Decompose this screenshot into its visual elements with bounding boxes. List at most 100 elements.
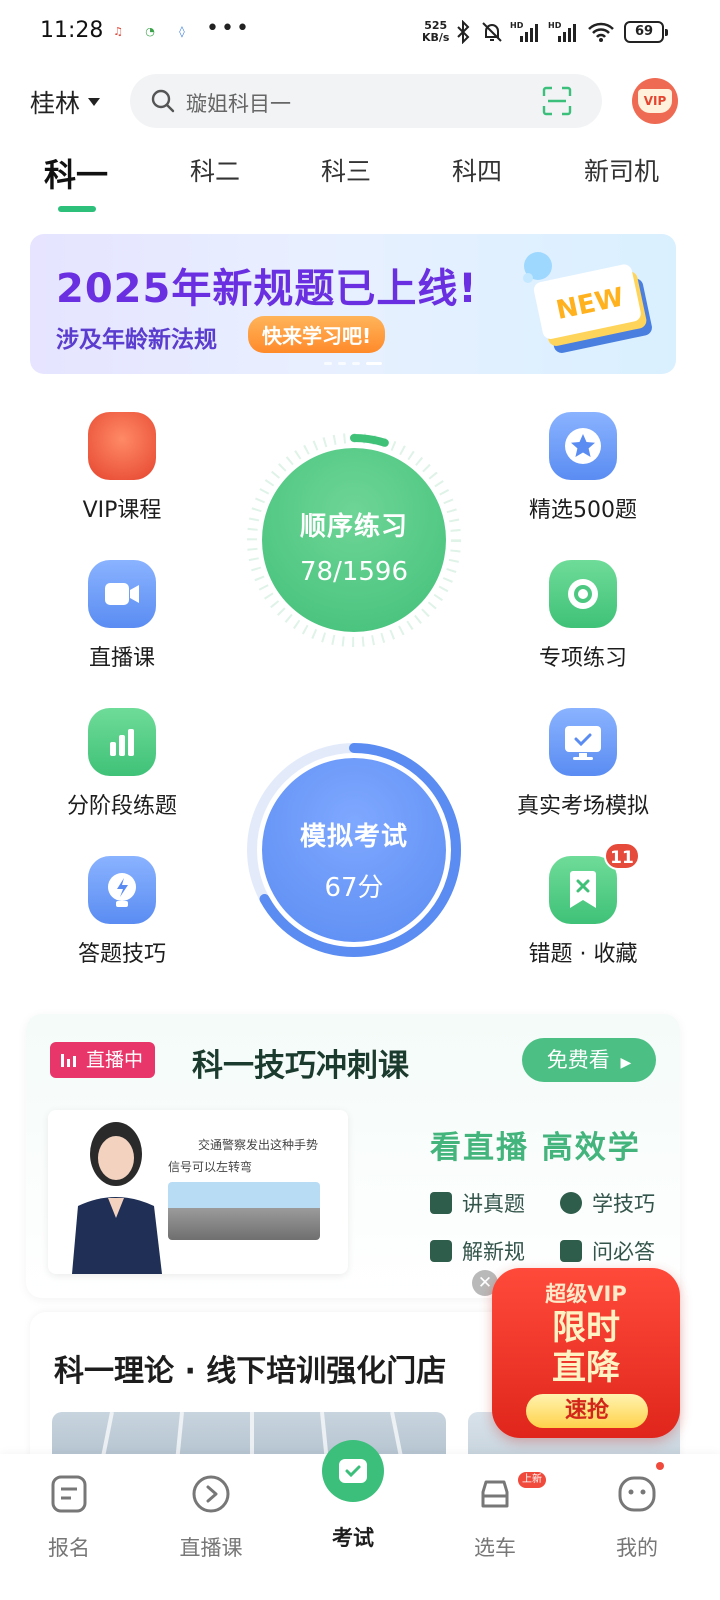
form-icon — [51, 1475, 87, 1513]
status-bar: 11:28 ♫ ◔ ◊ ••• 525 KB/s HD HD 69 — [0, 0, 720, 66]
nav-mine[interactable]: 我的 — [582, 1474, 692, 1562]
search-bar[interactable]: 璇姐科目一 — [130, 74, 602, 128]
vip-course-label: VIP课程 — [82, 498, 162, 523]
pagination-dot — [324, 362, 332, 365]
city-selector[interactable]: 桂林 — [30, 84, 101, 120]
free-watch-label: 免费看 — [546, 1048, 610, 1072]
feature-label: 问必答 — [592, 1240, 655, 1264]
pagination-dot-active — [366, 362, 382, 365]
real-exam-sim-entry[interactable]: 真实考场模拟 — [503, 708, 663, 820]
play-circle-icon — [192, 1475, 230, 1513]
caret-down-icon — [88, 98, 101, 106]
promo-grab-button[interactable]: 速抢 — [526, 1394, 648, 1428]
vip-badge-label: VIP — [638, 89, 672, 113]
nav-signup[interactable]: 报名 — [14, 1474, 124, 1562]
document-edit-icon — [430, 1240, 452, 1262]
bulb-small-icon — [560, 1192, 582, 1214]
mute-bell-icon — [482, 22, 502, 42]
lightbulb-icon — [88, 856, 156, 924]
free-watch-button[interactable]: 免费看 ▶ — [522, 1038, 656, 1082]
play-square-icon — [430, 1192, 452, 1214]
nav-exam-label: 考试 — [332, 1526, 374, 1550]
vip-course-entry[interactable]: VIP课程 — [42, 412, 202, 524]
feature-label: 讲真题 — [462, 1192, 525, 1216]
notification-dot — [656, 1462, 664, 1470]
exam-check-icon — [322, 1440, 384, 1502]
nav-signup-label: 报名 — [48, 1536, 90, 1560]
real-exam-sim-label: 真实考场模拟 — [516, 794, 649, 819]
nav-exam[interactable]: 考试 — [298, 1440, 408, 1552]
status-time: 11:28 — [40, 18, 104, 43]
answer-tips-label: 答题技巧 — [77, 942, 166, 967]
staged-practice-label: 分阶段练题 — [66, 794, 177, 819]
qq-notification-icon: ◊ — [179, 25, 185, 38]
search-icon — [151, 89, 175, 113]
thumb-caption-2: 信号可以左转弯 — [168, 1160, 253, 1174]
wifi-icon — [588, 22, 614, 42]
live-now-tag: 直播中 — [50, 1042, 156, 1078]
star-icon — [549, 412, 617, 480]
live-class-label: 直播课 — [88, 646, 155, 671]
nav-live[interactable]: 直播课 — [156, 1474, 266, 1562]
tab-ke3[interactable]: 科三 — [321, 152, 371, 188]
battery-indicator: 69 — [624, 21, 668, 43]
super-vip-promo[interactable]: 超级VIP 限时 直降 速抢 — [492, 1268, 680, 1438]
store-section-title: 科一理论 · 线下培训强化门店 — [54, 1354, 447, 1389]
tab-ke2[interactable]: 科二 — [190, 152, 240, 188]
live-course-title: 科一技巧冲刺课 — [192, 1048, 409, 1084]
special-practice-entry[interactable]: 专项练习 — [503, 560, 663, 672]
scan-icon[interactable] — [542, 86, 572, 116]
mock-exam-button[interactable]: 模拟考试 67分 — [262, 758, 446, 942]
selected-500-entry[interactable]: 精选500题 — [503, 412, 663, 524]
promo-line-3: 直降 — [552, 1348, 620, 1388]
more-notifications-icon: ••• — [206, 16, 251, 41]
bluetooth-icon — [457, 20, 470, 44]
wrong-and-favorites-entry[interactable]: 错题 · 收藏 — [503, 856, 663, 968]
new-book-illustration: NEW — [523, 252, 652, 353]
live-course-thumbnail[interactable]: 交通警察发出这种手势 信号可以左转弯 — [48, 1110, 348, 1274]
live-slogan: 看直播 高效学 — [430, 1130, 641, 1166]
tab-new-driver[interactable]: 新司机 — [584, 152, 659, 188]
tab-ke4[interactable]: 科四 — [452, 152, 502, 188]
smiley-icon — [618, 1476, 656, 1512]
feature-label: 解新规 — [462, 1240, 525, 1264]
live-now-label: 直播中 — [86, 1049, 144, 1071]
vip-badge-button[interactable]: VIP — [632, 78, 678, 124]
live-class-entry[interactable]: 直播课 — [42, 560, 202, 672]
promo-line-1: 超级VIP — [545, 1282, 627, 1306]
answer-tips-entry[interactable]: 答题技巧 — [42, 856, 202, 968]
live-course-card[interactable]: 直播中 科一技巧冲刺课 免费看 ▶ 交通警察发出这种手势 信号可以左转弯 看直播… — [26, 1014, 680, 1298]
target-icon — [549, 560, 617, 628]
bookmark-x-icon — [549, 856, 617, 924]
feature-qa: 问必答 — [560, 1236, 655, 1266]
video-camera-icon — [88, 560, 156, 628]
wrong-and-favorites-label: 错题 · 收藏 — [528, 942, 638, 967]
selected-500-label: 精选500题 — [529, 498, 637, 523]
sequential-practice-button[interactable]: 顺序练习 78/1596 — [262, 448, 446, 632]
new-badge: 上新 — [518, 1472, 546, 1488]
network-speed: 525 KB/s — [422, 20, 449, 44]
nav-mine-label: 我的 — [616, 1536, 658, 1560]
live-bars-icon — [61, 1054, 76, 1067]
feature-real-questions: 讲真题 — [430, 1188, 525, 1218]
bottom-navigation: 报名 直播课 考试 选车 上新 我的 — [0, 1440, 720, 1600]
promo-banner[interactable]: 2025年新规题已上线! 涉及年龄新法规 快来学习吧! NEW — [30, 234, 676, 374]
feature-tips: 学技巧 — [560, 1188, 655, 1218]
staged-practice-entry[interactable]: 分阶段练题 — [42, 708, 202, 820]
chat-bubble-icon — [560, 1240, 582, 1262]
feature-new-rules: 解新规 — [430, 1236, 525, 1266]
music-notification-icon: ♫ — [113, 25, 123, 38]
tab-ke1[interactable]: 科一 — [44, 150, 108, 196]
feature-label: 学技巧 — [592, 1192, 655, 1216]
signal-hd-1-icon: HD — [510, 21, 538, 42]
car-icon — [481, 1480, 509, 1508]
active-tab-indicator — [58, 206, 96, 212]
play-triangle-icon: ▶ — [620, 1055, 632, 1071]
mock-exam-score: 67分 — [324, 873, 384, 903]
signal-hd-2-icon: HD — [548, 21, 576, 42]
pagination-dot — [338, 362, 346, 365]
wechat-notification-icon: ◔ — [145, 25, 155, 38]
thumb-road-scene — [168, 1182, 320, 1240]
search-placeholder: 璇姐科目一 — [186, 92, 291, 116]
banner-learn-button[interactable]: 快来学习吧! — [248, 316, 386, 353]
